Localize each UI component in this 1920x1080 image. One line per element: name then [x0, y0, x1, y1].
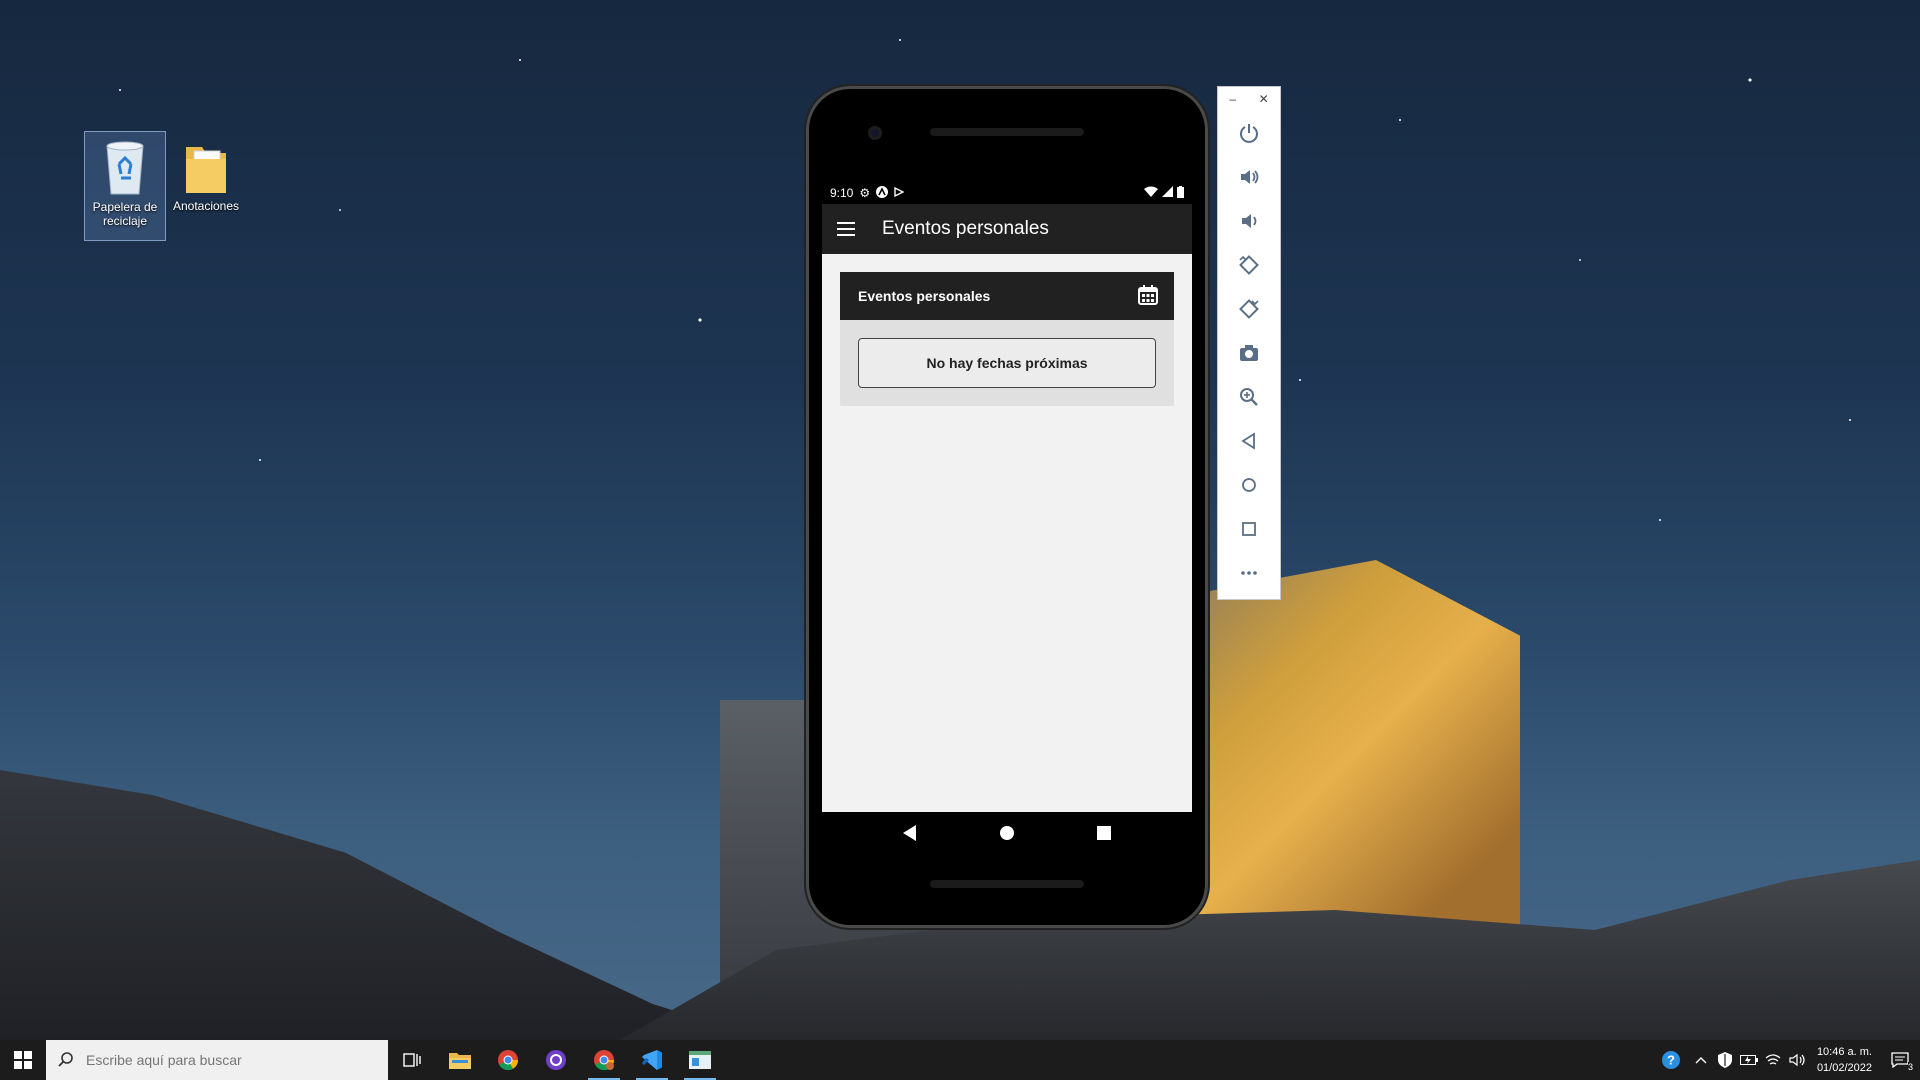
android-nav-bar: [822, 812, 1192, 854]
windows-start-icon[interactable]: [0, 1040, 46, 1080]
system-tray: ? 10:46 a. m. 01/02/2022 3: [1653, 1040, 1920, 1080]
svg-text:?: ?: [1667, 1053, 1675, 1068]
recycle-bin-icon: [99, 138, 151, 198]
home-icon[interactable]: [992, 818, 1022, 848]
events-card: Eventos personales No hay fechas próxima…: [840, 272, 1174, 406]
action-center-icon[interactable]: 3: [1880, 1040, 1920, 1080]
device-screen: 9:10 ⚙ Eventos personales Eventos person…: [822, 182, 1192, 880]
card-body: No hay fechas próximas: [840, 320, 1174, 406]
chrome-icon[interactable]: [484, 1040, 532, 1080]
app-content: Eventos personales No hay fechas próxima…: [822, 254, 1192, 812]
defender-icon[interactable]: [1713, 1040, 1737, 1080]
card-title: Eventos personales: [858, 288, 991, 304]
github-desktop-icon[interactable]: [532, 1040, 580, 1080]
clock-time: 10:46 a. m.: [1816, 1046, 1872, 1058]
calendar-icon[interactable]: [1138, 284, 1158, 308]
close-icon[interactable]: ✕: [1259, 92, 1269, 106]
accessibility-icon: [876, 185, 889, 201]
minimize-icon[interactable]: –: [1229, 92, 1236, 106]
taskbar-clock[interactable]: 10:46 a. m. 01/02/2022: [1809, 1044, 1880, 1076]
speaker-icon[interactable]: [1785, 1040, 1809, 1080]
desktop-icon-recycle-bin[interactable]: Papelera de reciclaje: [84, 131, 166, 241]
status-bar: 9:10 ⚙: [822, 182, 1192, 204]
overview-icon[interactable]: [1218, 507, 1280, 551]
desktop-icon-label: Papelera de reciclaje: [92, 200, 158, 228]
taskbar-search[interactable]: [46, 1040, 388, 1080]
chevron-up-icon[interactable]: [1689, 1040, 1713, 1080]
zoom-icon[interactable]: [1218, 375, 1280, 419]
help-icon[interactable]: ?: [1653, 1040, 1689, 1080]
chrome-profile-icon[interactable]: [580, 1040, 628, 1080]
volume-down-icon[interactable]: [1218, 199, 1280, 243]
app-bar: Eventos personales: [822, 204, 1192, 254]
rotate-left-icon[interactable]: [1218, 243, 1280, 287]
search-input[interactable]: [84, 1051, 368, 1069]
front-camera: [868, 126, 882, 140]
emulator-window-icon[interactable]: [676, 1040, 724, 1080]
android-emulator-device: 9:10 ⚙ Eventos personales Eventos person…: [806, 86, 1208, 928]
wifi-icon: [1144, 186, 1158, 200]
notification-count-badge: 3: [1907, 1062, 1913, 1072]
desktop-icon-label: Anotaciones: [172, 199, 240, 213]
battery-icon: [1177, 185, 1184, 201]
task-view-icon[interactable]: [388, 1040, 436, 1080]
back-icon[interactable]: [895, 818, 925, 848]
windows-taskbar: ? 10:46 a. m. 01/02/2022 3: [0, 1040, 1920, 1080]
bottom-speaker: [930, 880, 1084, 888]
rotate-right-icon[interactable]: [1218, 287, 1280, 331]
power-icon[interactable]: [1218, 111, 1280, 155]
file-explorer-icon[interactable]: [436, 1040, 484, 1080]
play-store-icon: [894, 186, 905, 200]
battery-charging-icon[interactable]: [1737, 1040, 1761, 1080]
back-icon[interactable]: [1218, 419, 1280, 463]
no-upcoming-dates-button[interactable]: No hay fechas próximas: [858, 338, 1156, 388]
signal-icon: [1162, 186, 1173, 200]
more-icon[interactable]: [1218, 551, 1280, 595]
overview-icon[interactable]: [1089, 818, 1119, 848]
vscode-icon[interactable]: [628, 1040, 676, 1080]
status-time: 9:10: [830, 186, 854, 200]
emulator-toolbar: – ✕: [1217, 86, 1281, 600]
card-header: Eventos personales: [840, 272, 1174, 320]
home-icon[interactable]: [1218, 463, 1280, 507]
search-icon: [58, 1051, 74, 1070]
camera-icon[interactable]: [1218, 331, 1280, 375]
settings-icon: ⚙: [859, 186, 871, 200]
earpiece-speaker: [930, 128, 1084, 136]
clock-date: 01/02/2022: [1816, 1062, 1872, 1074]
volume-up-icon[interactable]: [1218, 155, 1280, 199]
hamburger-menu-icon[interactable]: [822, 222, 870, 236]
desktop-icon-anotaciones[interactable]: Anotaciones: [166, 131, 246, 213]
app-title: Eventos personales: [882, 218, 1049, 239]
wifi-icon[interactable]: [1761, 1040, 1785, 1080]
folder-icon: [180, 137, 232, 197]
